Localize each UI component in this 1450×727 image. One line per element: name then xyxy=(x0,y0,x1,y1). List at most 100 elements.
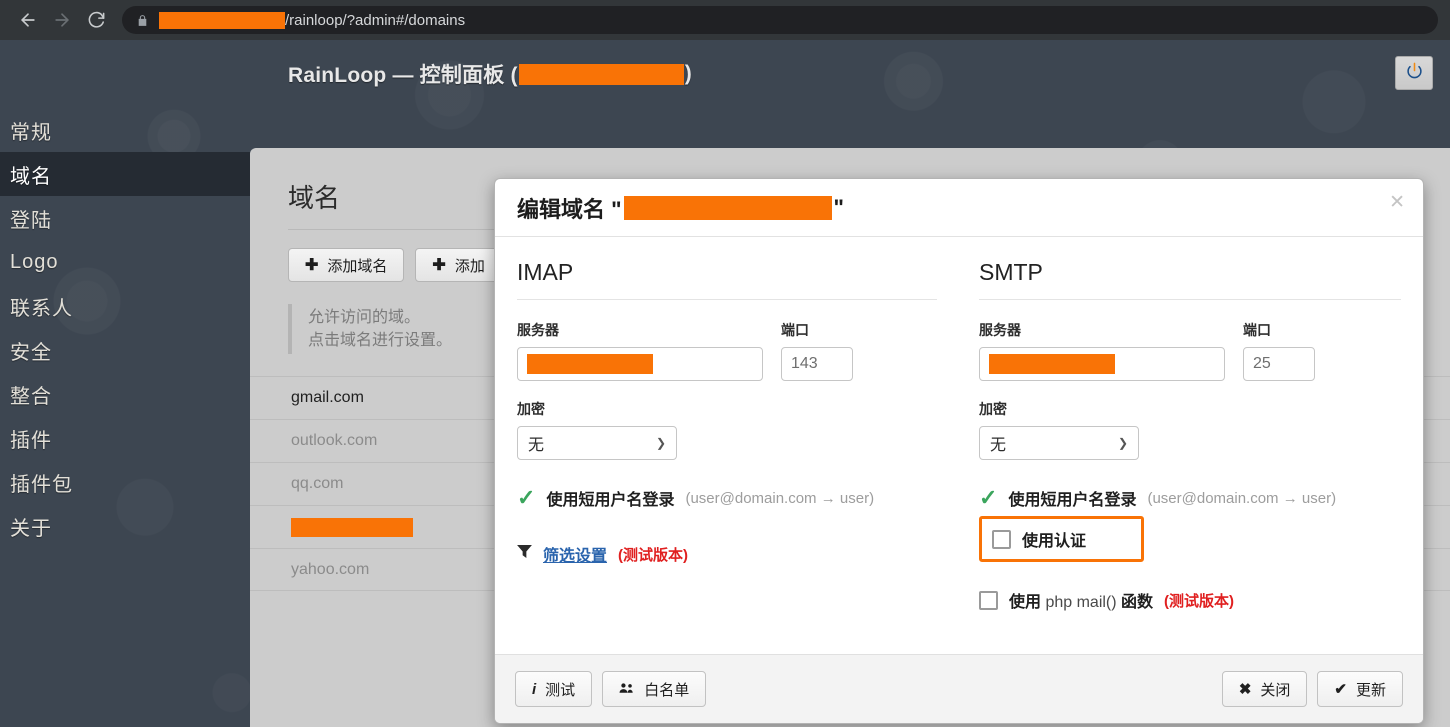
sidebar-item-packages[interactable]: 插件包 xyxy=(0,460,250,504)
smtp-server-input[interactable] xyxy=(979,347,1225,381)
page-title-prefix: RainLoop — 控制面板 ( xyxy=(288,64,518,87)
smtp-server-label: 服务器 xyxy=(979,322,1021,338)
smtp-encryption-group: 加密 无 ❯ xyxy=(979,399,1401,460)
filter-settings-link[interactable]: 筛选设置 xyxy=(543,542,607,566)
sidebar-item-label: 关于 xyxy=(10,517,52,540)
imap-encryption-select[interactable]: 无 ❯ xyxy=(517,426,677,460)
modal-footer-right: ✖ 关闭 ✔ 更新 xyxy=(1221,671,1403,707)
address-bar[interactable]: /rainloop/?admin#/domains xyxy=(122,6,1438,34)
sidebar-item-domains[interactable]: 域名 xyxy=(0,152,250,196)
sidebar-item-login[interactable]: 登陆 xyxy=(0,196,250,240)
update-button[interactable]: ✔ 更新 xyxy=(1317,671,1403,707)
admin-sidebar: 常规 域名 登陆 Logo 联系人 安全 整合 插件 插件包 关于 xyxy=(0,108,250,727)
info-icon: i xyxy=(532,680,537,698)
sidebar-item-about[interactable]: 关于 xyxy=(0,504,250,548)
sidebar-item-label: Logo xyxy=(10,250,59,273)
browser-toolbar: /rainloop/?admin#/domains xyxy=(0,0,1450,40)
domain-name: qq.com xyxy=(291,475,344,492)
redacted-domain-name xyxy=(291,517,413,537)
x-icon: ✖ xyxy=(1238,681,1252,698)
domain-name: gmail.com xyxy=(291,389,364,406)
page-title: RainLoop — 控制面板 () xyxy=(288,59,692,89)
close-button[interactable]: ✖ 关闭 xyxy=(1221,671,1308,707)
smtp-short-login-label: 使用短用户名登录 xyxy=(1008,492,1137,509)
test-label: 测试 xyxy=(545,681,576,699)
smtp-section-title: SMTP xyxy=(979,259,1401,300)
rainloop-admin-app: RainLoop — 控制面板 () 常规 域名 登陆 Logo 联系人 安全 … xyxy=(0,40,1450,727)
smtp-encryption-label: 加密 xyxy=(979,401,1007,417)
lock-icon xyxy=(136,14,149,27)
smtp-column: SMTP 服务器 端口 25 加密 无 ❯ ✓ 使用短用户名登录 (user@d… xyxy=(959,259,1401,654)
close-icon[interactable]: ✕ xyxy=(1389,193,1405,212)
reload-icon xyxy=(87,11,106,30)
close-label: 关闭 xyxy=(1260,681,1291,699)
filter-beta-badge: (测试版本) xyxy=(618,546,689,564)
use-auth-highlight: 使用认证 xyxy=(979,516,1144,562)
smtp-port-group: 端口 25 xyxy=(1243,320,1315,381)
imap-server-row: 服务器 端口 143 xyxy=(517,320,937,381)
imap-section-title: IMAP xyxy=(517,259,937,300)
url-path: /rainloop/?admin#/domains xyxy=(285,11,466,29)
sidebar-item-contacts[interactable]: 联系人 xyxy=(0,284,250,328)
whitelist-button[interactable]: 白名单 xyxy=(602,671,707,707)
php-mail-row[interactable]: 使用 php mail() 函数 (测试版本) xyxy=(979,588,1401,612)
sidebar-item-logo[interactable]: Logo xyxy=(0,240,250,284)
php-mail-checkbox[interactable] xyxy=(979,590,998,610)
imap-column: IMAP 服务器 端口 143 加密 无 ❯ ✓ 使用短用户名登录 (user@… xyxy=(517,259,959,654)
smtp-encryption-value: 无 xyxy=(990,437,1007,454)
update-label: 更新 xyxy=(1355,681,1386,699)
forward-button[interactable] xyxy=(46,4,78,36)
php-mail-label-mono: php mail() xyxy=(1045,594,1117,611)
use-auth-checkbox[interactable] xyxy=(992,529,1011,549)
smtp-server-row: 服务器 端口 25 xyxy=(979,320,1401,381)
chevron-down-icon: ❯ xyxy=(1117,436,1128,450)
php-mail-label-b: 函数 xyxy=(1116,594,1154,611)
add-domain-button[interactable]: ✚ 添加域名 xyxy=(288,248,405,282)
add-alias-button[interactable]: ✚ 添加 xyxy=(415,248,502,282)
sidebar-item-general[interactable]: 常规 xyxy=(0,108,250,152)
use-auth-label: 使用认证 xyxy=(1022,533,1087,550)
imap-port-input[interactable]: 143 xyxy=(781,347,853,381)
sidebar-item-label: 常规 xyxy=(10,121,52,144)
modal-title: 编辑域名 " " xyxy=(517,192,844,224)
check-icon: ✓ xyxy=(979,485,998,510)
smtp-short-login-hint: (user@domain.com → user) xyxy=(1147,489,1337,507)
sidebar-item-label: 域名 xyxy=(10,165,52,188)
smtp-port-input[interactable]: 25 xyxy=(1243,347,1315,381)
imap-server-group: 服务器 xyxy=(517,320,763,381)
sidebar-item-label: 插件 xyxy=(10,429,52,452)
redacted-domain xyxy=(623,195,832,220)
add-domain-label: 添加域名 xyxy=(327,257,388,275)
smtp-port-label: 端口 xyxy=(1243,322,1271,338)
plus-icon: ✚ xyxy=(305,257,319,274)
logout-button[interactable] xyxy=(1395,56,1433,90)
modal-title-prefix: 编辑域名 " xyxy=(517,196,622,222)
smtp-encryption-select[interactable]: 无 ❯ xyxy=(979,426,1139,460)
redacted-imap-server xyxy=(527,354,653,374)
smtp-server-group: 服务器 xyxy=(979,320,1225,381)
smtp-short-login-row[interactable]: ✓ 使用短用户名登录 (user@domain.com → user) xyxy=(979,486,1401,510)
page-title-suffix: ) xyxy=(684,62,692,85)
check-icon: ✓ xyxy=(517,485,536,510)
users-icon xyxy=(619,681,635,698)
sidebar-item-integrations[interactable]: 整合 xyxy=(0,372,250,416)
domain-name: yahoo.com xyxy=(291,560,370,578)
check-icon: ✔ xyxy=(1334,681,1347,698)
test-button[interactable]: i 测试 xyxy=(515,671,593,707)
imap-encryption-value: 无 xyxy=(528,437,545,454)
modal-header: 编辑域名 " " ✕ xyxy=(495,179,1423,237)
modal-footer-left: i 测试 白名单 xyxy=(515,671,707,707)
sidebar-item-label: 整合 xyxy=(10,385,52,408)
imap-short-login-label: 使用短用户名登录 xyxy=(546,492,675,509)
modal-footer: i 测试 白名单 ✖ 关闭 ✔ 更新 xyxy=(495,654,1423,723)
redacted-smtp-server xyxy=(989,354,1115,374)
modal-body: IMAP 服务器 端口 143 加密 无 ❯ ✓ 使用短用户名登录 (user@… xyxy=(495,237,1423,654)
sidebar-item-plugins[interactable]: 插件 xyxy=(0,416,250,460)
reload-button[interactable] xyxy=(80,4,112,36)
sidebar-item-security[interactable]: 安全 xyxy=(0,328,250,372)
imap-short-login-row[interactable]: ✓ 使用短用户名登录 (user@domain.com → user) xyxy=(517,486,937,510)
imap-server-input[interactable] xyxy=(517,347,763,381)
sidebar-item-label: 登陆 xyxy=(10,209,52,232)
back-button[interactable] xyxy=(12,4,44,36)
funnel-icon xyxy=(517,545,532,563)
